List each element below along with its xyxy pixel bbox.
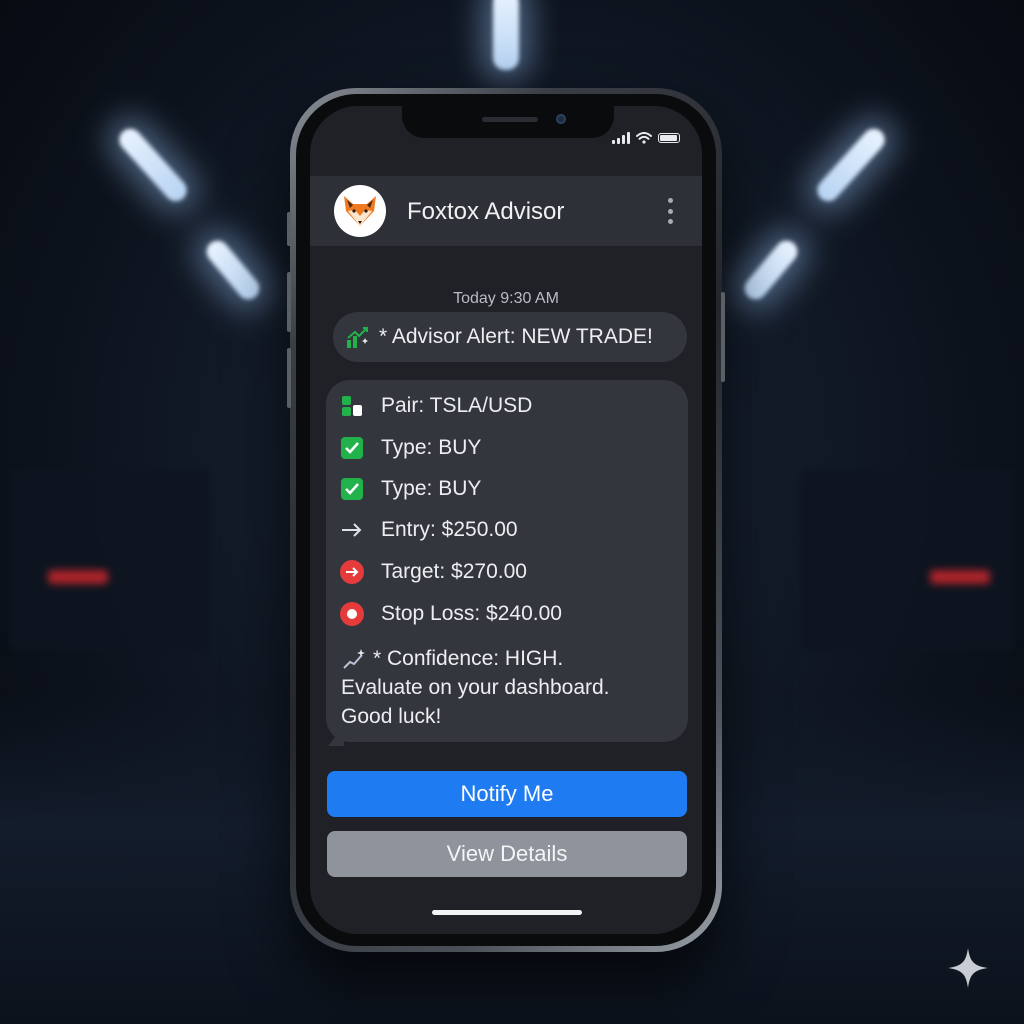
wifi-icon — [636, 132, 652, 144]
confidence-text: * Confidence: HIGH. Evaluate on your das… — [341, 644, 681, 731]
confidence-line: * Confidence: HIGH. — [373, 647, 564, 670]
pair-icon — [340, 394, 364, 418]
arrow-right-icon — [340, 518, 364, 542]
stop-loss-row: Stop Loss: $240.00 — [340, 602, 562, 626]
stop-loss-label: Stop Loss: $240.00 — [381, 602, 562, 625]
power-button — [721, 292, 725, 382]
volume-down-button — [287, 348, 291, 408]
chat-header: Foxtox Advisor — [310, 176, 702, 246]
ceiling-light — [740, 236, 802, 304]
alert-message: * Advisor Alert: NEW TRADE! — [333, 312, 687, 362]
confidence-line: Good luck! — [341, 705, 442, 728]
alert-text: * Advisor Alert: NEW TRADE! — [379, 325, 653, 348]
entry-row: Entry: $250.00 — [340, 518, 518, 542]
pair-row: Pair: TSLA/USD — [340, 394, 532, 418]
ceiling-light — [493, 0, 519, 70]
background-red-light — [48, 570, 108, 584]
target-arrow-icon — [340, 560, 364, 584]
fox-icon — [344, 196, 376, 226]
volume-up-button — [287, 272, 291, 332]
home-indicator[interactable] — [432, 910, 582, 915]
chart-up-icon — [347, 327, 368, 348]
ceiling-light — [202, 236, 264, 304]
ceiling-light — [812, 124, 890, 206]
more-vertical-icon[interactable] — [666, 198, 674, 224]
pair-label: Pair: TSLA/USD — [381, 394, 533, 417]
message-bubble: Pair: TSLA/USD Type: BUY Type: BUY Entry… — [326, 380, 688, 742]
confidence-line: Evaluate on your dashboard. — [341, 676, 610, 699]
battery-icon — [658, 133, 680, 143]
background-desk — [800, 470, 1014, 650]
earpiece-speaker — [482, 117, 538, 122]
mute-switch — [287, 212, 291, 246]
message-timestamp: Today 9:30 AM — [453, 290, 559, 307]
sparkle-icon — [948, 948, 988, 988]
type-label: Type: BUY — [381, 436, 482, 459]
type-row: Type: BUY — [340, 477, 481, 501]
status-bar — [612, 132, 680, 144]
target-label: Target: $270.00 — [381, 560, 527, 583]
type-label: Type: BUY — [381, 477, 482, 500]
type-row: Type: BUY — [340, 436, 481, 460]
sparkle-chart-icon — [343, 648, 365, 669]
phone-device: Foxtox Advisor Today 9:30 AM * Advisor A… — [287, 88, 725, 952]
notch — [402, 106, 614, 138]
notify-me-button[interactable]: Notify Me — [327, 771, 687, 817]
phone-screen: Foxtox Advisor Today 9:30 AM * Advisor A… — [310, 106, 702, 934]
check-icon — [340, 477, 364, 501]
background-red-light — [930, 570, 990, 584]
background-desk — [10, 470, 210, 650]
entry-label: Entry: $250.00 — [381, 518, 518, 541]
ceiling-light — [114, 124, 192, 206]
check-icon — [340, 436, 364, 460]
view-details-button[interactable]: View Details — [327, 831, 687, 877]
stop-icon — [340, 602, 364, 626]
front-camera — [556, 114, 566, 124]
signal-icon — [612, 132, 630, 144]
chat-title: Foxtox Advisor — [407, 198, 565, 225]
avatar[interactable] — [334, 185, 386, 237]
target-row: Target: $270.00 — [340, 560, 527, 584]
